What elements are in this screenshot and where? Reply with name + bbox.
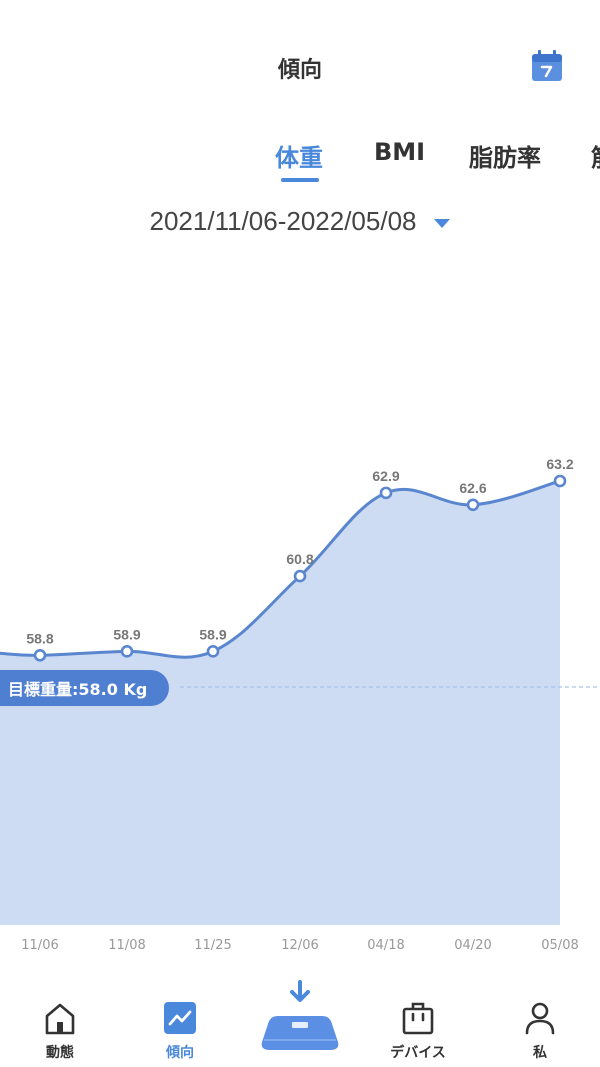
- x-axis-labels: 11/06 11/08 11/25 12/06 04/18 04/20 05/08: [0, 938, 600, 960]
- x-tick-label: 12/06: [281, 938, 319, 953]
- x-tick-label: 11/08: [108, 938, 146, 953]
- chart-data-label: 63.2: [546, 456, 573, 472]
- nav-label-activity: 動態: [46, 1045, 74, 1061]
- x-tick-label: 11/06: [21, 938, 59, 953]
- chart-data-label: 58.8: [26, 630, 53, 646]
- nav-label-trend: 傾向: [166, 1045, 194, 1061]
- nav-item-devices[interactable]: デバイス: [373, 988, 463, 1067]
- chart-point[interactable]: [379, 486, 393, 500]
- scale-button[interactable]: [258, 980, 342, 1058]
- chart-data-label: 58.9: [199, 626, 226, 642]
- scale-icon: [261, 980, 339, 1050]
- nav-item-activity[interactable]: 動態: [15, 988, 105, 1067]
- chart-point[interactable]: [33, 649, 47, 662]
- chart-data-label: 58.9: [113, 626, 140, 642]
- chart-point[interactable]: [466, 498, 480, 512]
- device-bag-icon: [400, 1000, 436, 1036]
- nav-label-me: 私: [533, 1045, 547, 1061]
- goal-weight-badge: 目標重量:58.0 Kg: [0, 670, 170, 706]
- x-tick-label: 05/08: [541, 938, 579, 953]
- x-tick-label: 04/20: [454, 938, 492, 953]
- trend-icon: [162, 1000, 198, 1036]
- goal-weight-label: 目標重量:58.0 Kg: [8, 680, 148, 699]
- weight-trend-chart: 58.8 58.9 58.9 60.8 62.9 62.6 63.2: [0, 456, 600, 925]
- chart-data-label: 60.8: [286, 551, 313, 567]
- bottom-nav: 動態 傾向 デバイス 私: [0, 980, 600, 1067]
- chart-data-label: 62.9: [372, 468, 399, 484]
- chart-point[interactable]: [293, 569, 307, 583]
- chart-point[interactable]: [206, 645, 220, 658]
- home-icon: [42, 1000, 78, 1036]
- nav-item-trend[interactable]: 傾向: [135, 988, 225, 1067]
- chart-data-label: 62.6: [459, 480, 486, 496]
- chart-point[interactable]: [553, 474, 567, 488]
- nav-item-me[interactable]: 私: [495, 988, 585, 1067]
- person-icon: [522, 1000, 558, 1036]
- nav-label-devices: デバイス: [390, 1045, 446, 1061]
- x-tick-label: 11/25: [194, 938, 232, 953]
- chart-point[interactable]: [120, 645, 134, 658]
- x-tick-label: 04/18: [367, 938, 405, 953]
